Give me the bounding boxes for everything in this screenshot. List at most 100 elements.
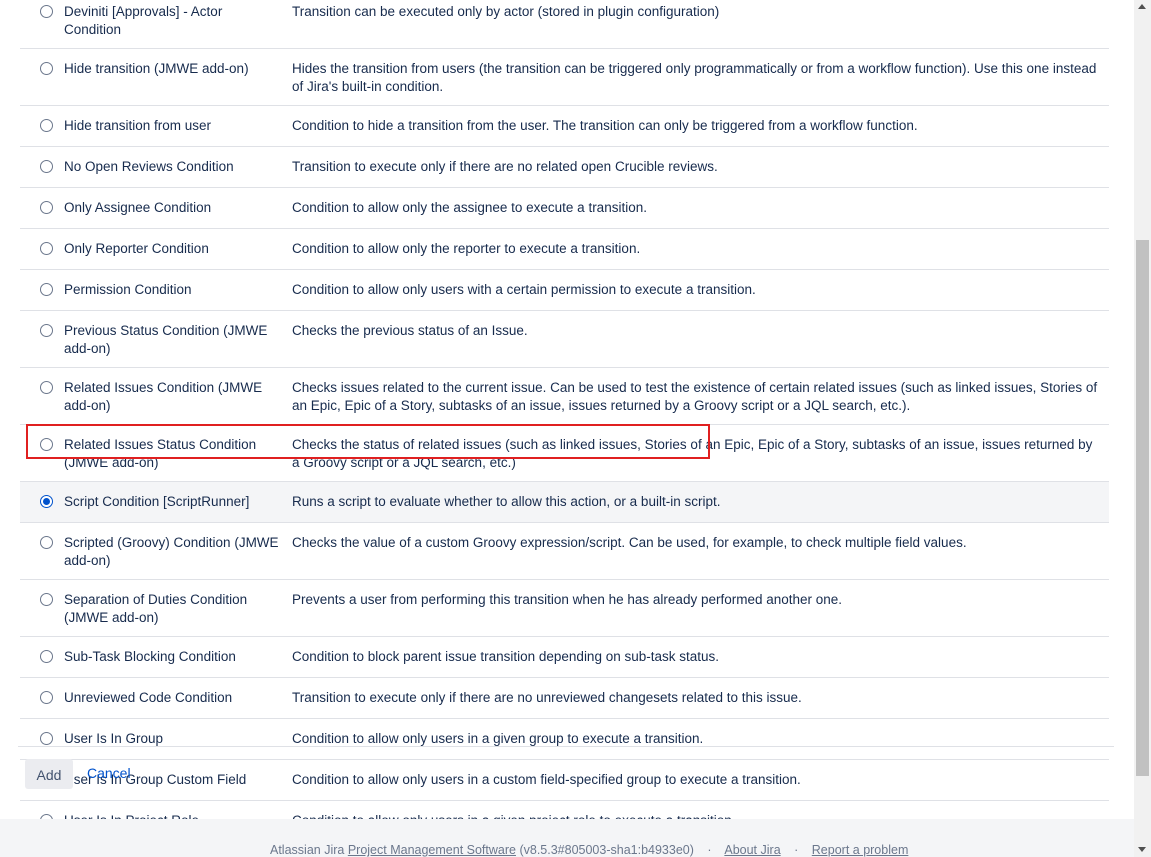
condition-radio-button[interactable]: [40, 732, 53, 745]
condition-row[interactable]: Related Issues Condition (JMWE add-on) Ch…: [20, 367, 1109, 425]
condition-radio-cell: [20, 269, 64, 311]
condition-description: Transition to execute only if there are …: [292, 146, 1109, 188]
cancel-link[interactable]: Cancel: [87, 765, 131, 781]
scroll-up-arrow-icon[interactable]: [1138, 4, 1146, 9]
condition-row[interactable]: No Open Reviews Condition Transition to e…: [20, 146, 1109, 188]
condition-row[interactable]: Scripted (Groovy) Condition (JMWE add-on…: [20, 522, 1109, 580]
about-jira-link[interactable]: About Jira: [724, 843, 780, 857]
condition-description: Runs a script to evaluate whether to all…: [292, 481, 1109, 523]
condition-radio-cell: [20, 187, 64, 229]
condition-name: Sub-Task Blocking Condition: [64, 636, 292, 678]
conditions-table: Deviniti [Approvals] - Actor Condition Tr…: [20, 0, 1109, 842]
condition-radio-button[interactable]: [40, 381, 53, 394]
condition-radio-cell: [20, 579, 64, 637]
condition-description: Condition to allow only users in a custo…: [292, 759, 1109, 801]
condition-description: Transition to execute only if there are …: [292, 677, 1109, 719]
condition-row[interactable]: User Is In Group Condition to allow only …: [20, 718, 1109, 760]
condition-name: Separation of Duties Condition (JMWE add…: [64, 579, 292, 637]
condition-radio-button[interactable]: [40, 438, 53, 451]
condition-description: Condition to allow only users with a cer…: [292, 269, 1109, 311]
condition-name: Previous Status Condition (JMWE add-on): [64, 310, 292, 368]
condition-description: Checks issues related to the current iss…: [292, 367, 1109, 425]
footer-text: Atlassian Jira Project Management Softwa…: [270, 843, 908, 857]
page-content: Deviniti [Approvals] - Actor Condition Tr…: [0, 0, 1134, 857]
condition-name: Related Issues Status Condition (JMWE ad…: [64, 424, 292, 482]
condition-radio-cell: [20, 677, 64, 719]
condition-radio-button[interactable]: [40, 324, 53, 337]
condition-row[interactable]: Only Assignee Condition Condition to allo…: [20, 187, 1109, 229]
condition-row[interactable]: Sub-Task Blocking Condition Condition to …: [20, 636, 1109, 678]
condition-radio-cell: [20, 718, 64, 760]
condition-description: Checks the status of related issues (suc…: [292, 424, 1109, 482]
condition-radio-cell: [20, 146, 64, 188]
condition-radio-cell: [20, 105, 64, 147]
scroll-down-arrow-icon[interactable]: [1138, 847, 1146, 852]
condition-radio-button[interactable]: [40, 691, 53, 704]
condition-description: Condition to block parent issue transiti…: [292, 636, 1109, 678]
condition-name: Script Condition [ScriptRunner]: [64, 481, 292, 523]
condition-description: Condition to allow only users in a given…: [292, 718, 1109, 760]
condition-row[interactable]: Separation of Duties Condition (JMWE add…: [20, 579, 1109, 637]
condition-radio-cell: [20, 522, 64, 580]
condition-radio-cell: [20, 424, 64, 482]
add-button[interactable]: Add: [25, 759, 73, 789]
footer-separator: ·: [707, 843, 712, 857]
condition-name: Scripted (Groovy) Condition (JMWE add-on…: [64, 522, 292, 580]
condition-description: Checks the previous status of an Issue.: [292, 310, 1109, 368]
condition-radio-cell: [20, 636, 64, 678]
condition-name: Related Issues Condition (JMWE add-on): [64, 367, 292, 425]
conditions-table-body: Deviniti [Approvals] - Actor Condition Tr…: [20, 0, 1109, 842]
condition-description: Condition to allow only the assignee to …: [292, 187, 1109, 229]
condition-radio-cell: [20, 228, 64, 270]
condition-row[interactable]: Related Issues Status Condition (JMWE ad…: [20, 424, 1109, 482]
condition-description: Checks the value of a custom Groovy expr…: [292, 522, 1109, 580]
condition-row[interactable]: Deviniti [Approvals] - Actor Condition Tr…: [20, 0, 1109, 49]
condition-radio-button[interactable]: [40, 650, 53, 663]
condition-name: No Open Reviews Condition: [64, 146, 292, 188]
condition-radio-cell: [20, 48, 64, 106]
condition-description: Hides the transition from users (the tra…: [292, 48, 1109, 106]
condition-radio-button[interactable]: [40, 201, 53, 214]
condition-description: Prevents a user from performing this tra…: [292, 579, 1109, 637]
condition-description: Condition to allow only the reporter to …: [292, 228, 1109, 270]
condition-radio-button[interactable]: [40, 495, 53, 508]
footer-version: (v8.5.3#805003-sha1:b4933e0): [519, 843, 694, 857]
condition-row[interactable]: Hide transition from user Condition to hi…: [20, 105, 1109, 147]
footer-prefix: Atlassian Jira: [270, 843, 345, 857]
condition-radio-cell: [20, 310, 64, 368]
condition-name: Unreviewed Code Condition: [64, 677, 292, 719]
condition-row[interactable]: Previous Status Condition (JMWE add-on) C…: [20, 310, 1109, 368]
viewport: Deviniti [Approvals] - Actor Condition Tr…: [0, 0, 1151, 857]
condition-radio-button[interactable]: [40, 536, 53, 549]
condition-row[interactable]: Script Condition [ScriptRunner] Runs a sc…: [20, 481, 1109, 523]
condition-radio-button[interactable]: [40, 593, 53, 606]
condition-row[interactable]: Permission Condition Condition to allow o…: [20, 269, 1109, 311]
condition-description: Transition can be executed only by actor…: [292, 0, 1109, 49]
condition-radio-button[interactable]: [40, 62, 53, 75]
condition-name: Hide transition from user: [64, 105, 292, 147]
vertical-scrollbar[interactable]: [1134, 0, 1151, 857]
report-problem-link[interactable]: Report a problem: [812, 843, 909, 857]
condition-name: Hide transition (JMWE add-on): [64, 48, 292, 106]
condition-radio-button[interactable]: [40, 119, 53, 132]
divider: [18, 746, 1114, 747]
condition-row[interactable]: Only Reporter Condition Condition to allo…: [20, 228, 1109, 270]
project-management-software-link[interactable]: Project Management Software: [348, 843, 516, 857]
condition-radio-cell: [20, 0, 64, 49]
condition-radio-cell: [20, 481, 64, 523]
condition-radio-button[interactable]: [40, 160, 53, 173]
footer-separator: ·: [794, 843, 799, 857]
condition-name: Deviniti [Approvals] - Actor Condition: [64, 0, 292, 49]
condition-name: Only Assignee Condition: [64, 187, 292, 229]
condition-name: Only Reporter Condition: [64, 228, 292, 270]
condition-name: Permission Condition: [64, 269, 292, 311]
condition-radio-button[interactable]: [40, 242, 53, 255]
scrollbar-thumb[interactable]: [1136, 240, 1149, 776]
condition-description: Condition to hide a transition from the …: [292, 105, 1109, 147]
condition-row[interactable]: Hide transition (JMWE add-on) Hides the t…: [20, 48, 1109, 106]
condition-radio-button[interactable]: [40, 283, 53, 296]
condition-row[interactable]: Unreviewed Code Condition Transition to e…: [20, 677, 1109, 719]
footer: Atlassian Jira Project Management Softwa…: [0, 819, 1134, 857]
condition-radio-button[interactable]: [40, 5, 53, 18]
condition-row[interactable]: User Is In Group Custom Field Condition t…: [20, 759, 1109, 801]
